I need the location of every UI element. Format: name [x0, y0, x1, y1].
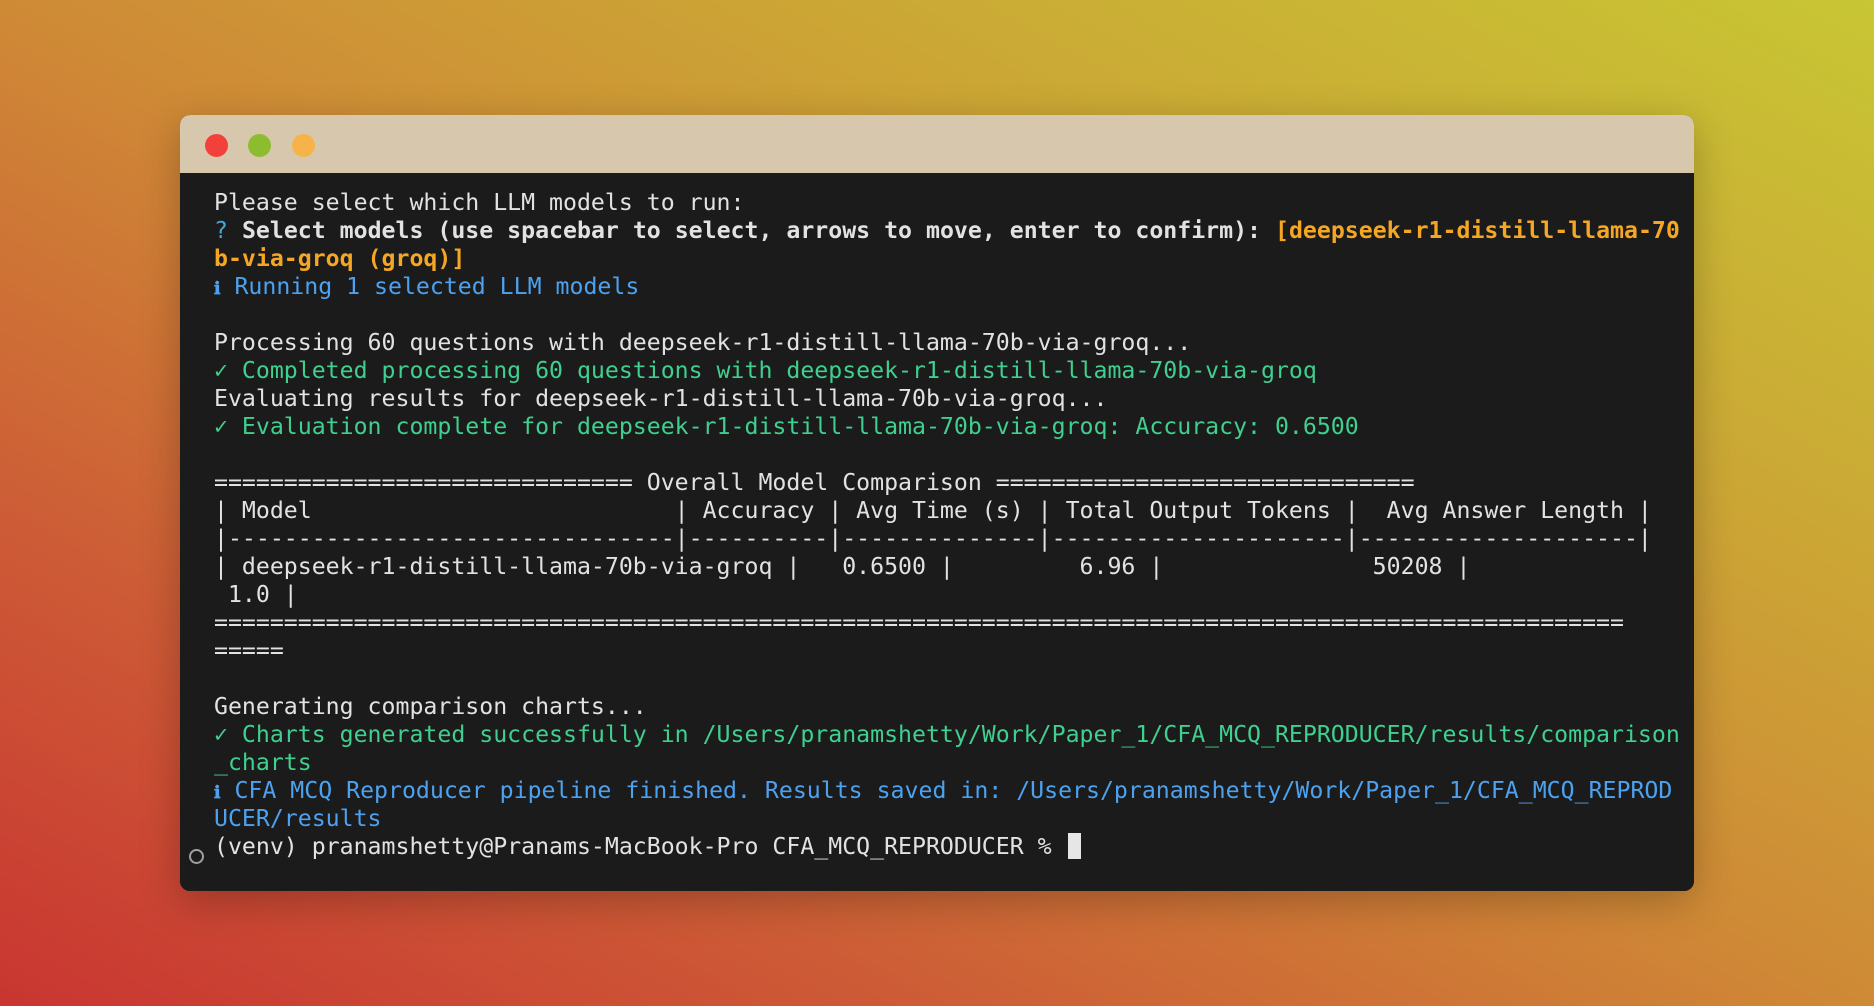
table-footer-continuation: ===== — [214, 637, 284, 664]
shell-prompt-text: (venv) pranamshetty@Pranams-MacBook-Pro … — [214, 833, 1052, 860]
select-question-text: Select models (use spacebar to select, a… — [241, 217, 1262, 244]
shell-prompt-line[interactable]: (venv) pranamshetty@Pranams-MacBook-Pro … — [214, 833, 1081, 861]
table-footer: ========================================… — [214, 609, 1624, 636]
question-mark-icon: ? — [214, 217, 228, 244]
running-info-line: ℹ Running 1 selected LLM models — [214, 273, 639, 303]
select-question-line: ? Select models (use spacebar to select,… — [214, 217, 1680, 245]
info-icon: ℹ — [214, 279, 221, 299]
evaluating-line: Evaluating results for deepseek-r1-disti… — [214, 385, 1108, 412]
running-info-text: Running 1 selected LLM models — [234, 273, 640, 300]
select-answer-continuation: b-via-groq (groq)] — [214, 245, 466, 272]
table-header: | Model | Accuracy | Avg Time (s) | Tota… — [214, 497, 1652, 524]
table-separator: |--------------------------------|------… — [214, 525, 1652, 552]
select-prompt-line: Please select which LLM models to run: — [214, 189, 745, 216]
prompt-status-icon — [189, 849, 204, 864]
zoom-window-button[interactable] — [248, 134, 271, 157]
finished-info-text: CFA MCQ Reproducer pipeline finished. Re… — [234, 777, 1673, 804]
finished-info-line: ℹ CFA MCQ Reproducer pipeline finished. … — [214, 777, 1672, 807]
generating-line: Generating comparison charts... — [214, 693, 647, 720]
table-row-continuation: 1.0 | — [214, 581, 298, 608]
terminal-output[interactable]: Please select which LLM models to run: ?… — [180, 173, 1694, 891]
finished-info-continuation: UCER/results — [214, 805, 382, 832]
minimize-window-button[interactable] — [292, 134, 315, 157]
processing-line: Processing 60 questions with deepseek-r1… — [214, 329, 1192, 356]
charts-success-continuation: _charts — [214, 749, 312, 776]
table-banner: ============================== Overall M… — [214, 469, 1415, 496]
table-row: | deepseek-r1-distill-llama-70b-via-groq… — [214, 553, 1471, 580]
window-titlebar[interactable] — [180, 115, 1694, 173]
terminal-window[interactable]: Please select which LLM models to run: ?… — [180, 115, 1694, 891]
select-answer-text: [deepseek-r1-distill-llama-70 — [1275, 217, 1680, 244]
close-window-button[interactable] — [205, 134, 228, 157]
info-icon: ℹ — [214, 783, 221, 803]
evaluation-complete-line: ✓ Evaluation complete for deepseek-r1-di… — [214, 413, 1359, 440]
completed-line: ✓ Completed processing 60 questions with… — [214, 357, 1317, 384]
text-cursor — [1067, 833, 1081, 859]
charts-success-line: ✓ Charts generated successfully in /User… — [214, 721, 1680, 748]
